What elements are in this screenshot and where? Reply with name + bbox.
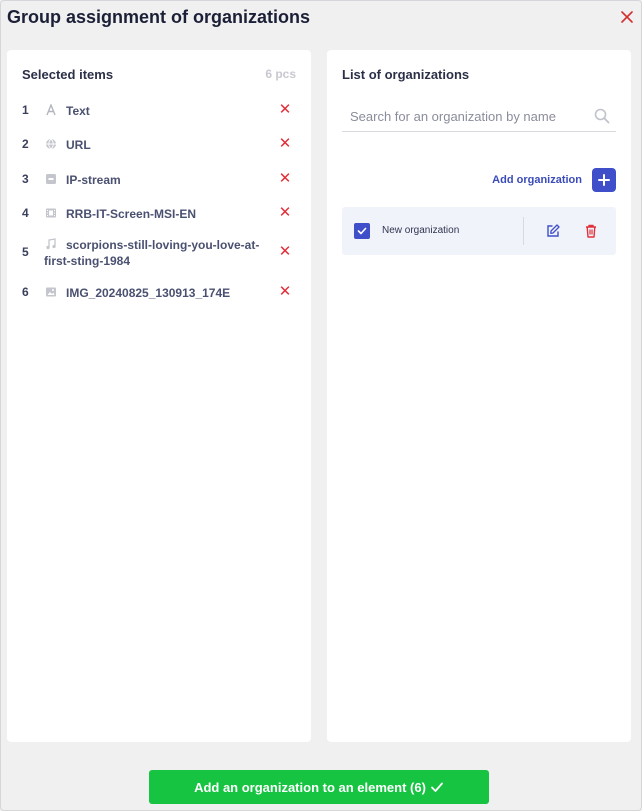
- item-label: RRB-IT-Screen-MSI-EN: [66, 207, 197, 221]
- list-item: 2 URL ✕: [22, 136, 292, 153]
- trash-icon[interactable]: [583, 223, 599, 239]
- selected-items-heading: Selected items: [22, 67, 114, 82]
- organizations-panel: List of organizations Add organization N…: [327, 50, 631, 742]
- item-number: 6: [22, 285, 29, 299]
- add-organization-button[interactable]: [592, 168, 616, 192]
- remove-item-button[interactable]: ✕: [278, 244, 292, 259]
- edit-icon[interactable]: [545, 223, 561, 239]
- list-item: 4 RRB-IT-Screen-MSI-EN ✕: [22, 205, 292, 222]
- remove-item-button[interactable]: ✕: [278, 171, 292, 186]
- add-organization-row: Add organization: [492, 168, 616, 192]
- submit-label: Add an organization to an element (6): [194, 779, 426, 795]
- check-icon: [357, 227, 367, 235]
- selected-count: 6 pcs: [265, 67, 296, 81]
- remove-item-button[interactable]: ✕: [278, 284, 292, 299]
- organization-checkbox[interactable]: [354, 223, 370, 239]
- item-label: Text: [66, 104, 90, 118]
- item-number: 5: [22, 245, 29, 259]
- search-icon[interactable]: [594, 108, 610, 124]
- remove-item-button[interactable]: ✕: [278, 205, 292, 220]
- add-organization-submit-button[interactable]: Add an organization to an element (6): [149, 770, 489, 804]
- item-label: URL: [66, 138, 91, 152]
- organization-row: New organization: [342, 207, 616, 255]
- group-assignment-dialog: Group assignment of organizations Select…: [0, 0, 642, 811]
- close-button[interactable]: [613, 1, 641, 33]
- row-divider: [523, 217, 524, 245]
- add-organization-link[interactable]: Add organization: [492, 174, 582, 186]
- image-icon: [44, 285, 58, 299]
- stream-icon: [44, 172, 58, 186]
- item-number: 4: [22, 206, 29, 220]
- dialog-title: Group assignment of organizations: [7, 7, 311, 27]
- search-field: [342, 102, 616, 132]
- item-number: 2: [22, 137, 29, 151]
- globe-icon: [44, 137, 58, 151]
- check-icon: [431, 782, 443, 792]
- list-item: 5 scorpions-still-loving-you-love-at-fir…: [22, 237, 292, 273]
- item-number: 3: [22, 172, 29, 186]
- item-label: scorpions-still-loving-you-love-at-first…: [44, 238, 260, 268]
- item-number: 1: [22, 103, 29, 117]
- remove-item-button[interactable]: ✕: [278, 136, 292, 151]
- organization-name: New organization: [382, 225, 460, 236]
- remove-item-button[interactable]: ✕: [278, 102, 292, 117]
- close-icon: [621, 11, 633, 23]
- selected-items-panel: Selected items 6 pcs 1 Text ✕ 2 URL ✕ 3 …: [7, 50, 311, 742]
- list-item: 6 IMG_20240825_130913_174E ✕: [22, 284, 292, 301]
- search-input[interactable]: [342, 102, 582, 130]
- organizations-heading: List of organizations: [342, 67, 470, 82]
- list-item: 3 IP-stream ✕: [22, 171, 292, 188]
- text-icon: [44, 103, 58, 117]
- film-icon: [44, 206, 58, 220]
- item-label: IP-stream: [66, 173, 121, 187]
- item-label: IMG_20240825_130913_174E: [66, 286, 231, 300]
- plus-icon: [598, 174, 610, 186]
- list-item: 1 Text ✕: [22, 102, 292, 119]
